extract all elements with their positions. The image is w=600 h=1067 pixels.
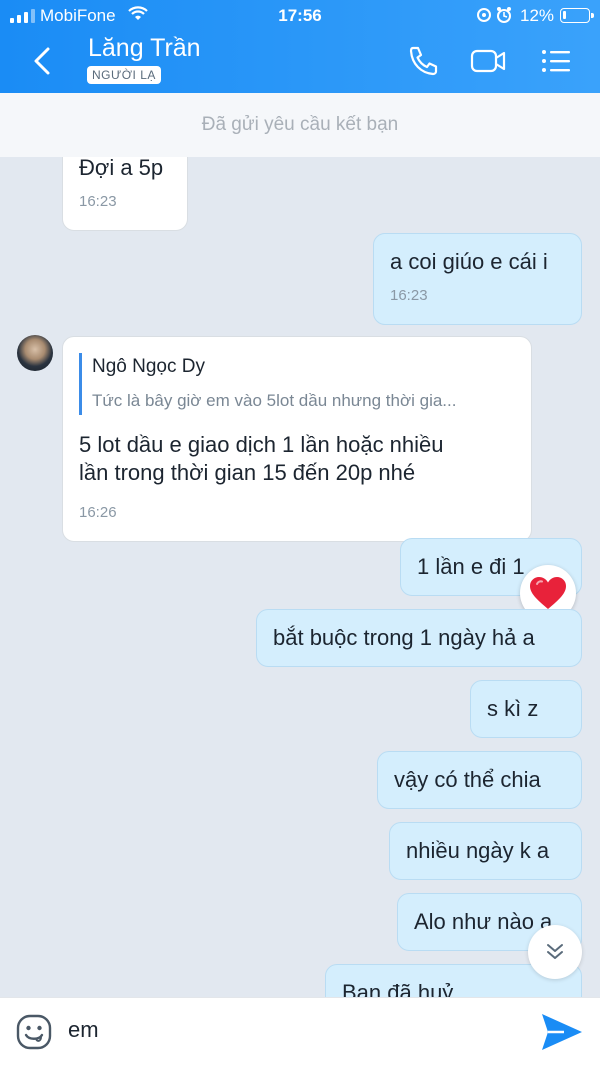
friend-request-banner: Đã gửi yêu cầu kết bạn <box>0 93 600 157</box>
message-text: 1 lần e đi 1 <box>417 554 525 579</box>
contact-name[interactable]: Lăng Trần <box>88 34 201 63</box>
stranger-badge: NGƯỜI LẠ <box>87 66 161 84</box>
message-bubble[interactable]: bắt buộc trong 1 ngày hả a <box>256 609 582 667</box>
message-text: Alo như nào a <box>414 909 553 934</box>
quote-author: Ngô Ngọc Dy <box>92 356 205 377</box>
message-text: nhiều ngày k a <box>406 838 550 863</box>
message-text: bắt buộc trong 1 ngày hả a <box>273 625 535 650</box>
message-text: vậy có thể chia <box>394 767 541 792</box>
message-input[interactable] <box>68 1017 508 1043</box>
quoted-message[interactable]: Ngô Ngọc Dy Tức là bây giờ em vào 5lot d… <box>79 353 515 415</box>
video-camera-icon[interactable] <box>470 44 506 78</box>
chevron-left-icon[interactable] <box>26 44 60 78</box>
double-chevron-down-icon <box>547 944 563 959</box>
emoji-icon[interactable] <box>16 1014 52 1050</box>
alarm-icon <box>477 7 511 23</box>
message-text: a coi giúo e cái i <box>390 249 548 274</box>
battery-icon <box>560 8 594 23</box>
phone-icon[interactable] <box>405 44 441 78</box>
battery-percent: 12% <box>520 6 555 25</box>
message-composer <box>0 997 600 1067</box>
send-icon[interactable] <box>540 1012 584 1052</box>
message-time: 16:26 <box>79 504 117 521</box>
quote-text: Tức là bây giờ em vào 5lot dầu nhưng thờ… <box>92 391 457 410</box>
scroll-to-bottom-button[interactable] <box>528 925 582 979</box>
message-text: s kì z <box>487 696 539 721</box>
message-bubble[interactable]: s kì z <box>470 680 582 738</box>
message-bubble[interactable]: Ngô Ngọc Dy Tức là bây giờ em vào 5lot d… <box>62 336 532 542</box>
message-bubble[interactable]: Đợi a 5p 16:23 <box>62 157 188 231</box>
battery-fill <box>563 11 566 19</box>
message-bubble[interactable]: vậy có thể chia <box>377 751 582 809</box>
message-time: 16:23 <box>390 287 428 304</box>
message-bubble[interactable]: a coi giúo e cái i 16:23 <box>373 233 582 325</box>
message-text-line: 5 lot dầu e giao dịch 1 lần hoặc nhiều <box>79 432 444 457</box>
message-text: Đợi a 5p <box>79 157 164 180</box>
status-bar: MobiFone 17:56 12% <box>0 0 600 30</box>
message-bubble[interactable]: nhiều ngày k a <box>389 822 582 880</box>
avatar[interactable] <box>17 335 53 371</box>
chat-header: MobiFone 17:56 12% Lăng Trần NGƯỜI LẠ <box>0 0 600 93</box>
message-text-line: lần trong thời gian 15 đến 20p nhé <box>79 460 416 485</box>
heart-icon <box>530 577 566 609</box>
message-list[interactable]: Đợi a 5p 16:23 a coi giúo e cái i 16:23 … <box>0 157 600 997</box>
list-menu-icon[interactable] <box>538 44 574 78</box>
message-text: Bạn đã huỷ <box>342 980 454 997</box>
message-time: 16:23 <box>79 193 117 210</box>
